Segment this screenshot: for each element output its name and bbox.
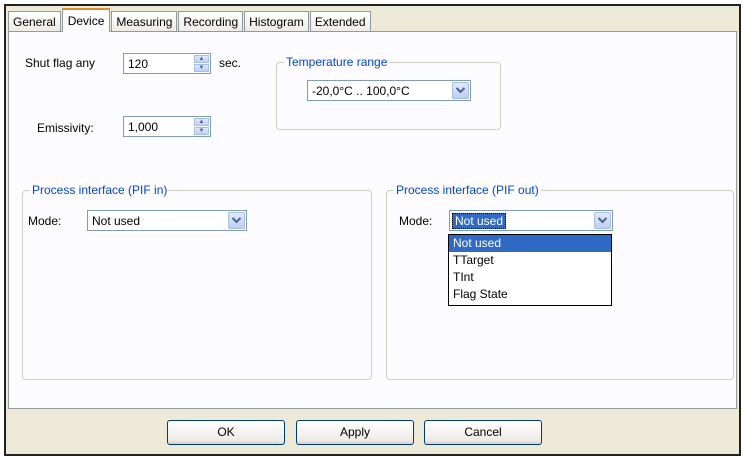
tab-strip: General Device Measuring Recording Histo… xyxy=(8,8,372,32)
pif-in-mode-label: Mode: xyxy=(28,214,62,228)
temperature-range-select[interactable]: -20,0°C .. 100,0°C xyxy=(307,80,471,101)
shut-flag-unit: sec. xyxy=(219,56,242,70)
ok-button[interactable]: OK xyxy=(167,420,285,445)
pif-out-mode-select[interactable]: Not used xyxy=(449,210,613,231)
pif-out-mode-dropdown: Not used TTarget TInt Flag State xyxy=(448,234,612,306)
temperature-range-title: Temperature range xyxy=(284,55,390,69)
pif-out-mode-label: Mode: xyxy=(399,214,433,228)
chevron-down-icon[interactable] xyxy=(228,212,245,229)
spin-up-icon[interactable]: ▲ xyxy=(194,55,209,63)
emissivity-spinner[interactable]: 1,000 ▲ ▼ xyxy=(123,116,211,137)
pif-in-title: Process interface (PIF in) xyxy=(30,183,170,197)
chevron-down-icon[interactable] xyxy=(594,212,611,229)
spin-down-icon[interactable]: ▼ xyxy=(194,127,209,135)
shut-flag-label: Shut flag any xyxy=(25,56,96,70)
spin-up-icon[interactable]: ▲ xyxy=(194,118,209,126)
apply-button[interactable]: Apply xyxy=(296,420,414,445)
pif-in-mode-select[interactable]: Not used xyxy=(87,210,247,231)
chevron-down-icon[interactable] xyxy=(452,82,469,99)
tab-recording[interactable]: Recording xyxy=(178,11,244,32)
tab-device[interactable]: Device xyxy=(61,8,111,32)
pif-out-mode-value: Not used xyxy=(452,213,507,229)
tab-histogram[interactable]: Histogram xyxy=(244,11,309,32)
shut-flag-spinner[interactable]: 120 ▲ ▼ xyxy=(123,53,211,74)
spin-down-icon[interactable]: ▼ xyxy=(194,64,209,72)
emissivity-label: Emissivity: xyxy=(37,121,94,135)
device-tab-page: Shut flag any 120 ▲ ▼ sec. Emissivity: 1… xyxy=(8,31,737,409)
pif-in-mode-value: Not used xyxy=(92,214,141,228)
shut-flag-value: 120 xyxy=(128,57,149,71)
temperature-range-value: -20,0°C .. 100,0°C xyxy=(312,84,410,98)
emissivity-value: 1,000 xyxy=(128,120,159,134)
pif-out-title: Process interface (PIF out) xyxy=(394,183,541,197)
tab-extended[interactable]: Extended xyxy=(309,11,371,32)
tab-measuring[interactable]: Measuring xyxy=(111,11,178,32)
dropdown-option-not-used[interactable]: Not used xyxy=(449,235,611,252)
cancel-button[interactable]: Cancel xyxy=(424,420,542,445)
dropdown-option-flag-state[interactable]: Flag State xyxy=(449,286,611,303)
dropdown-option-ttarget[interactable]: TTarget xyxy=(449,252,611,269)
tab-general[interactable]: General xyxy=(8,11,61,32)
dropdown-option-tint[interactable]: TInt xyxy=(449,269,611,286)
